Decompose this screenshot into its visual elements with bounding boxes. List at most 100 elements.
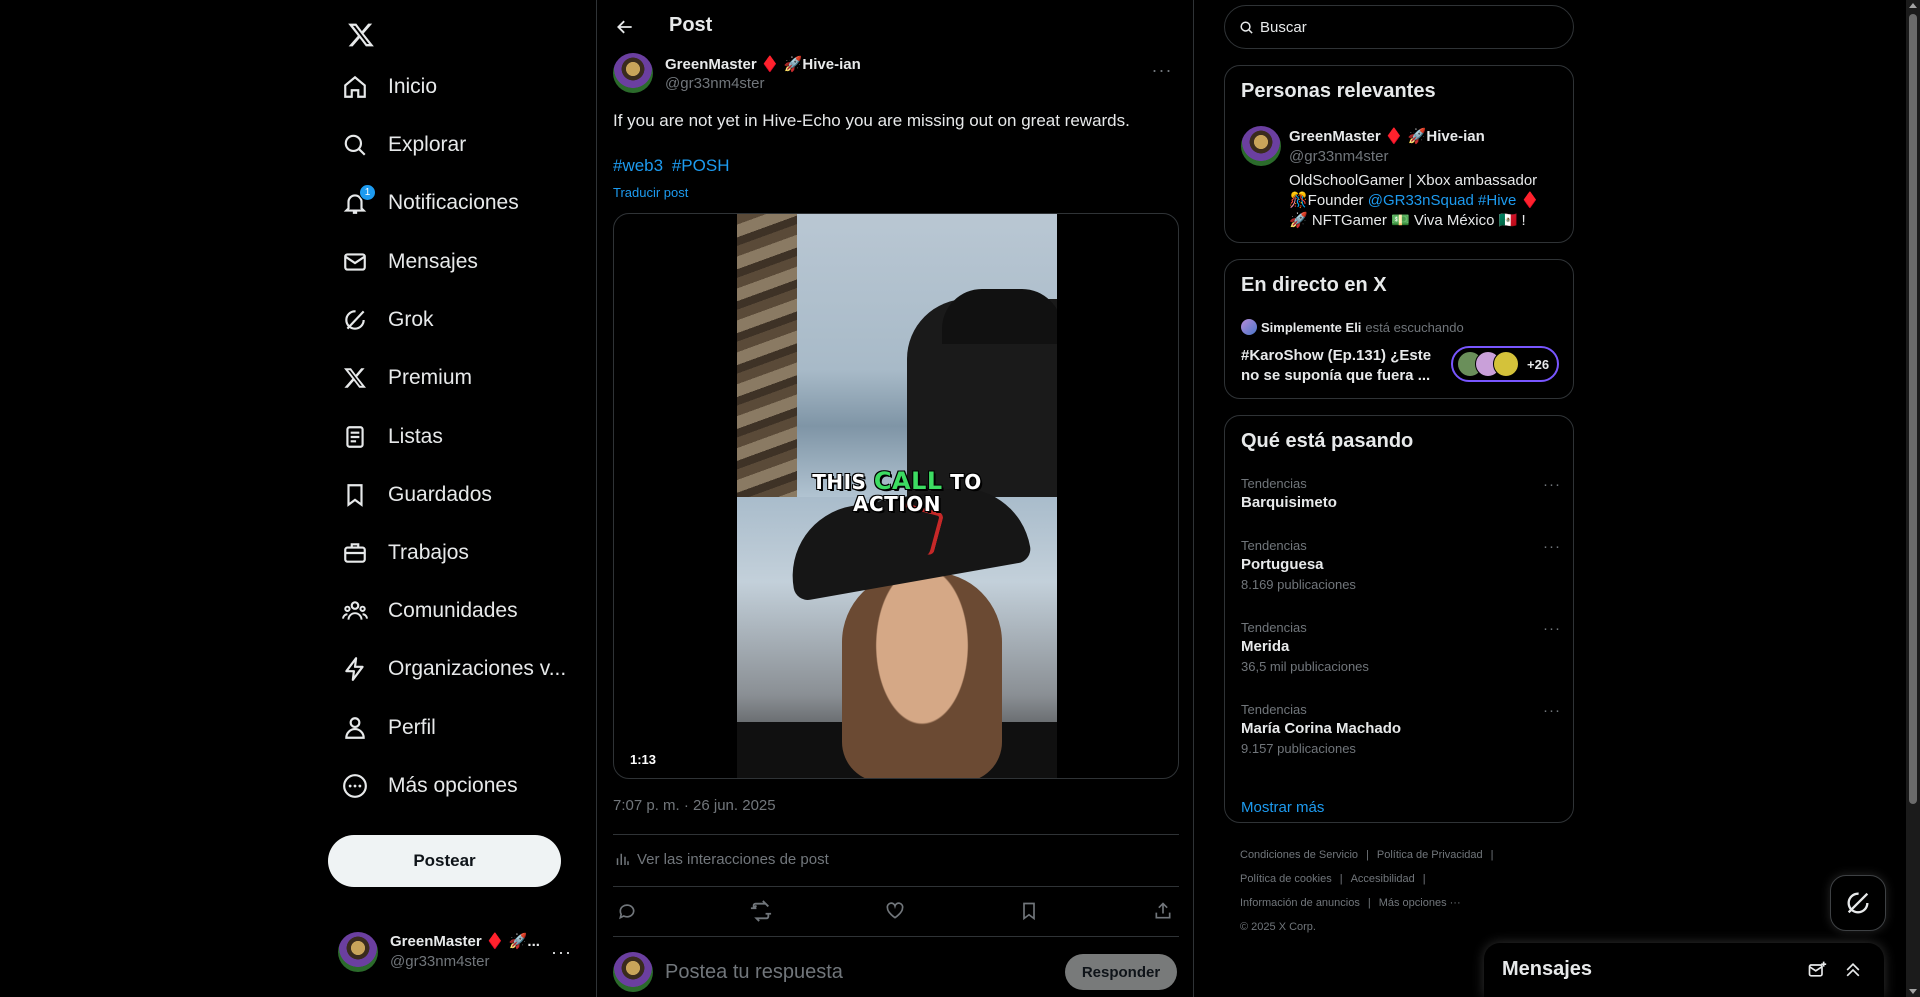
live-panel[interactable]: En directo en X Simplemente Eli está esc…: [1224, 259, 1574, 399]
nav-item-listas[interactable]: Listas: [328, 412, 455, 462]
scroll-down-arrow[interactable]: [1909, 989, 1917, 994]
nav-item-trabajos[interactable]: Trabajos: [328, 528, 481, 578]
post-hashtags: #web3 #POSH: [613, 156, 733, 176]
bookmark-icon: [340, 480, 370, 510]
caption-word: THIS: [812, 470, 867, 494]
account-handle: @gr33nm4ster: [390, 953, 490, 970]
trend-item[interactable]: Tendencias Barquisimeto ···: [1241, 476, 1561, 511]
listeners-pill[interactable]: +26: [1451, 346, 1559, 382]
nav-item-comunidades[interactable]: Comunidades: [328, 586, 530, 636]
nav-label: Perfil: [388, 716, 436, 739]
nav-item-premium[interactable]: Premium: [328, 353, 484, 403]
nav-item-mas-opciones[interactable]: Más opciones: [328, 761, 530, 811]
search-icon: [1240, 20, 1253, 34]
more-options-icon[interactable]: ···: [1543, 476, 1561, 493]
more-options-icon[interactable]: ···: [1543, 702, 1561, 719]
nav-item-inicio[interactable]: Inicio: [328, 62, 449, 112]
nav-label: Listas: [388, 425, 443, 448]
space-title[interactable]: #KaroShow (Ep.131) ¿Este no se suponía q…: [1241, 346, 1441, 386]
grok-button[interactable]: [1830, 875, 1886, 931]
share-icon[interactable]: [1149, 897, 1177, 925]
live-host: Simplemente Eli está escuchando: [1241, 319, 1464, 335]
trend-item[interactable]: Tendencias Merida 36,5 mil publicaciones…: [1241, 620, 1561, 674]
post-actions: [613, 897, 1179, 925]
more-options-icon[interactable]: ···: [1543, 538, 1561, 555]
nav-item-grok[interactable]: Grok: [328, 295, 446, 345]
post-button[interactable]: Postear: [328, 835, 561, 887]
divider: [613, 886, 1179, 887]
chart-icon: [616, 853, 629, 865]
video-frame: THIS CALL TO ACTION: [737, 214, 1057, 778]
scrollbar-thumb[interactable]: [1909, 14, 1917, 804]
page-title: Post: [669, 14, 713, 36]
hashtag-link[interactable]: #POSH: [672, 156, 730, 175]
account-switcher[interactable]: GreenMaster ♦️ 🚀... @gr33nm4ster ···: [328, 922, 578, 982]
post-analytics-link[interactable]: Ver las interacciones de post: [613, 850, 829, 868]
avatar: [1241, 319, 1257, 335]
host-name: Simplemente Eli: [1261, 319, 1362, 335]
new-message-icon[interactable]: [1804, 957, 1830, 983]
avatar[interactable]: [1241, 126, 1281, 166]
avatar: [1493, 351, 1519, 377]
hashtag-link[interactable]: #web3: [613, 156, 663, 175]
nav-item-notificaciones[interactable]: 1 Notificaciones: [328, 178, 531, 228]
bio-mention-link[interactable]: @GR33nSquad: [1368, 192, 1474, 209]
caption-word: ACTION: [853, 492, 941, 516]
nav-item-organizaciones[interactable]: Organizaciones v...: [328, 644, 578, 694]
nav-label: Guardados: [388, 483, 492, 506]
expand-up-icon[interactable]: [1840, 957, 1866, 983]
post-timestamp[interactable]: 7:07 p. m. · 26 jun. 2025: [613, 797, 776, 814]
header-bar: Post: [597, 0, 1195, 53]
footer-link[interactable]: Política de cookies: [1240, 873, 1332, 885]
like-icon[interactable]: [881, 897, 909, 925]
nav-item-guardados[interactable]: Guardados: [328, 470, 504, 520]
more-options-icon[interactable]: ···: [1543, 620, 1561, 637]
x-logo-icon[interactable]: [336, 10, 386, 60]
nav-item-mensajes[interactable]: Mensajes: [328, 237, 490, 287]
trend-item[interactable]: Tendencias Portuguesa 8.169 publicacione…: [1241, 538, 1561, 592]
footer-link[interactable]: Condiciones de Servicio: [1240, 849, 1358, 861]
trend-category: Tendencias: [1241, 620, 1307, 635]
user-name[interactable]: GreenMaster ♦️ 🚀Hive-ian: [1289, 127, 1485, 145]
trend-category: Tendencias: [1241, 702, 1307, 717]
avatar[interactable]: [613, 53, 653, 93]
footer-separator: |: [1367, 897, 1371, 909]
nav-label: Más opciones: [388, 774, 518, 797]
reply-input[interactable]: [665, 957, 1055, 987]
search-box[interactable]: [1224, 5, 1574, 49]
scrollbar[interactable]: [1906, 0, 1920, 997]
nav-item-perfil[interactable]: Perfil: [328, 703, 448, 753]
search-input[interactable]: [1260, 18, 1540, 36]
cap-graphic: [942, 289, 1057, 344]
author-handle[interactable]: @gr33nm4ster: [665, 75, 764, 92]
more-icon[interactable]: ···: [551, 942, 572, 963]
listener-count: +26: [1527, 356, 1550, 372]
trend-item[interactable]: Tendencias María Corina Machado 9.157 pu…: [1241, 702, 1561, 756]
translate-post-link[interactable]: Traducir post: [613, 185, 688, 200]
curtain-graphic: [737, 214, 797, 497]
footer-more-link[interactable]: Más opciones ···: [1379, 897, 1461, 909]
trend-post-count: 8.169 publicaciones: [1241, 577, 1356, 592]
footer-link[interactable]: Accesibilidad: [1351, 873, 1415, 885]
video-player[interactable]: THIS CALL TO ACTION 1:13: [613, 213, 1179, 779]
post-text: If you are not yet in Hive-Echo you are …: [613, 111, 1130, 130]
nav-item-explorar[interactable]: Explorar: [328, 120, 478, 170]
retweet-icon[interactable]: [747, 897, 775, 925]
copyright: © 2025 X Corp.: [1240, 921, 1316, 933]
messages-drawer[interactable]: Mensajes: [1484, 943, 1884, 997]
more-options-icon[interactable]: ···: [1145, 53, 1179, 87]
reply-icon[interactable]: [613, 897, 641, 925]
reply-button[interactable]: Responder: [1065, 954, 1177, 990]
footer-link[interactable]: Política de Privacidad: [1377, 849, 1483, 861]
footer-link[interactable]: Información de anuncios: [1240, 897, 1360, 909]
user-handle[interactable]: @gr33nm4ster: [1289, 148, 1388, 165]
host-status: está escuchando: [1365, 319, 1464, 335]
main-column: Post GreenMaster ♦️ 🚀Hive-ian @gr33nm4st…: [596, 0, 1194, 997]
back-arrow-icon[interactable]: [607, 9, 643, 45]
video-frame-bottom: [737, 476, 1057, 778]
bio-hashtag-link[interactable]: #Hive: [1478, 192, 1516, 209]
show-more-link[interactable]: Mostrar más: [1241, 799, 1324, 816]
bookmark-icon[interactable]: [1015, 897, 1043, 925]
author-name[interactable]: GreenMaster ♦️ 🚀Hive-ian: [665, 55, 861, 73]
scroll-up-arrow[interactable]: [1909, 3, 1917, 8]
